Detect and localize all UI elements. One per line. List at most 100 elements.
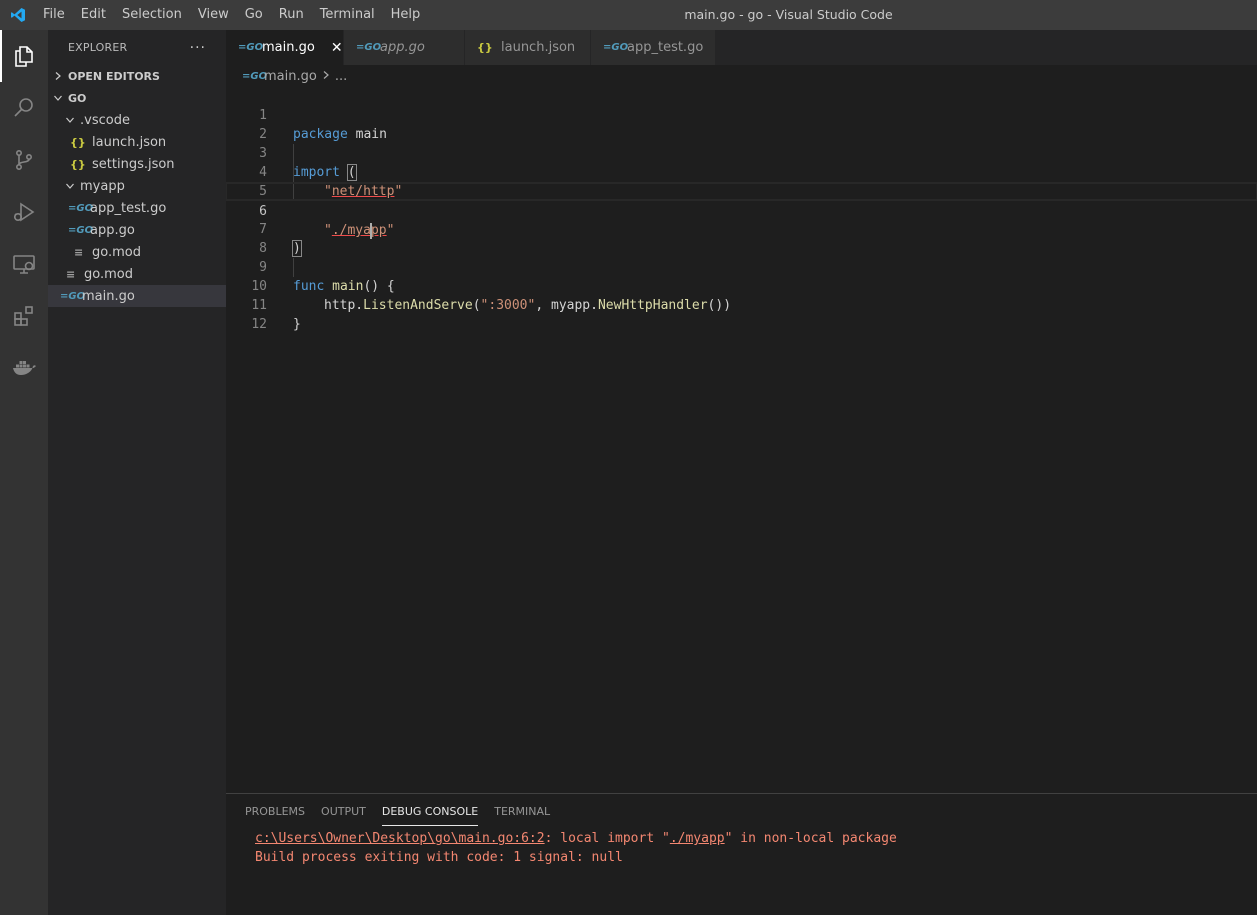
tree-file-app-go[interactable]: =GO app.go <box>48 219 226 241</box>
menu-bar: File Edit Selection View Go Run Terminal… <box>35 0 428 30</box>
current-code-line: 6 "./myapp" <box>226 182 1257 239</box>
bottom-panel: PROBLEMS OUTPUT DEBUG CONSOLE TERMINAL c… <box>226 793 1257 915</box>
tree-item-label: go.mod <box>92 244 141 260</box>
explorer-icon[interactable] <box>0 30 48 82</box>
tree-folder-vscode[interactable]: .vscode <box>48 109 226 131</box>
line-number: 12 <box>251 317 267 332</box>
chevron-right-icon <box>48 71 68 81</box>
open-editors-section[interactable]: OPEN EDITORS <box>48 65 226 87</box>
more-actions-icon[interactable]: ··· <box>190 40 206 56</box>
tree-file-root-go-mod[interactable]: ≡ go.mod <box>48 263 226 285</box>
tab-main-go[interactable]: =GO main.go ✕ <box>226 30 344 65</box>
folder-section-go[interactable]: GO <box>48 87 226 109</box>
mod-file-icon: ≡ <box>66 267 76 281</box>
tree-file-myapp-go-mod[interactable]: ≡ go.mod <box>48 241 226 263</box>
chevron-down-icon <box>62 181 78 191</box>
code-line: 1 package main <box>226 87 1257 142</box>
go-file-icon: =GO <box>68 202 94 214</box>
breadcrumb-symbols[interactable]: ... <box>335 69 347 84</box>
menu-run[interactable]: Run <box>271 0 312 30</box>
breadcrumb-file[interactable]: main.go <box>264 69 317 84</box>
menu-edit[interactable]: Edit <box>73 0 114 30</box>
tab-launch-json[interactable]: {} launch.json <box>465 30 591 65</box>
explorer-sidebar: EXPLORER ··· OPEN EDITORS GO .vscode {} … <box>48 30 226 915</box>
sidebar-title: EXPLORER <box>68 41 128 54</box>
breadcrumb: =GO main.go ... <box>226 65 1257 87</box>
console-import-link[interactable]: ./myapp <box>670 831 725 846</box>
console-error-line: c:\Users\Owner\Desktop\go\main.go:6:2: l… <box>226 829 1257 848</box>
menu-file[interactable]: File <box>35 0 73 30</box>
folder-label: GO <box>68 91 87 105</box>
go-file-icon: =GO <box>242 70 268 82</box>
docker-icon[interactable] <box>0 342 48 394</box>
tree-item-label: myapp <box>80 178 125 194</box>
tab-problems[interactable]: PROBLEMS <box>237 794 313 829</box>
go-file-icon: =GO <box>356 42 382 53</box>
tab-app-go[interactable]: =GO app.go <box>344 30 465 65</box>
tree-item-label: app.go <box>90 222 135 238</box>
tab-label: main.go <box>262 40 315 55</box>
editor-tabs: =GO main.go ✕ =GO app.go {} launch.json … <box>226 30 1257 65</box>
tree-file-app-test-go[interactable]: =GO app_test.go <box>48 197 226 219</box>
code-line: 3 import ( <box>226 125 1257 181</box>
menu-help[interactable]: Help <box>383 0 429 30</box>
go-file-icon: =GO <box>603 42 629 53</box>
tree-item-label: launch.json <box>92 134 167 150</box>
chevron-right-icon <box>322 69 330 84</box>
chevron-down-icon <box>48 93 68 103</box>
panel-tabs: PROBLEMS OUTPUT DEBUG CONSOLE TERMINAL <box>226 794 1257 829</box>
code-line: 8 <box>226 220 1257 256</box>
go-file-icon: =GO <box>68 224 94 236</box>
mod-file-icon: ≡ <box>74 245 84 259</box>
sidebar-header: EXPLORER ··· <box>48 30 226 65</box>
console-text: " in non-local package <box>724 831 897 846</box>
tab-debug-console[interactable]: DEBUG CONSOLE <box>374 794 486 829</box>
menu-view[interactable]: View <box>190 0 237 30</box>
code-line: 10 http.ListenAndServe(":3000", myapp.Ne… <box>226 258 1257 313</box>
tree-item-label: settings.json <box>92 156 175 172</box>
tab-output[interactable]: OUTPUT <box>313 794 374 829</box>
menu-selection[interactable]: Selection <box>114 0 190 30</box>
console-text: : local import " <box>544 831 670 846</box>
go-file-icon: =GO <box>238 42 264 53</box>
source-control-icon[interactable] <box>0 134 48 186</box>
code-line: 7 ) <box>226 201 1257 257</box>
tree-file-launch-json[interactable]: {} launch.json <box>48 131 226 153</box>
vscode-logo-icon <box>0 0 35 30</box>
tree-file-main-go[interactable]: =GO main.go <box>48 285 226 307</box>
tree-item-label: app_test.go <box>90 200 167 216</box>
chevron-down-icon <box>62 115 78 125</box>
menu-terminal[interactable]: Terminal <box>312 0 383 30</box>
tab-label: launch.json <box>501 40 576 55</box>
tree-file-settings-json[interactable]: {} settings.json <box>48 153 226 175</box>
tab-app-test-go[interactable]: =GO app_test.go <box>591 30 716 65</box>
json-file-icon: {} <box>70 157 86 171</box>
code-line: 12 <box>226 296 1257 332</box>
extensions-icon[interactable] <box>0 290 48 342</box>
search-icon[interactable] <box>0 82 48 134</box>
console-file-link[interactable]: c:\Users\Owner\Desktop\go\main.go:6:2 <box>255 831 545 846</box>
run-debug-icon[interactable] <box>0 186 48 238</box>
tab-label: app_test.go <box>627 40 704 55</box>
code-line: 5 <box>226 163 1257 199</box>
tree-item-label: main.go <box>82 288 135 304</box>
title-bar: File Edit Selection View Go Run Terminal… <box>0 0 1257 30</box>
code-line: 4 "net/http" <box>226 144 1257 199</box>
code-line: 11 } <box>226 277 1257 332</box>
tree-item-label: go.mod <box>84 266 133 282</box>
remote-explorer-icon[interactable] <box>0 238 48 290</box>
punctuation-token: } <box>293 317 301 332</box>
go-file-icon: =GO <box>60 290 86 302</box>
tree-folder-myapp[interactable]: myapp <box>48 175 226 197</box>
code-editor[interactable]: 1 package main 2 3 import ( 4 "net/http"… <box>226 87 1257 793</box>
tab-terminal[interactable]: TERMINAL <box>486 794 558 829</box>
tab-label: app.go <box>380 40 425 55</box>
close-icon[interactable]: ✕ <box>331 40 343 56</box>
json-file-icon: {} <box>70 135 86 149</box>
open-editors-label: OPEN EDITORS <box>68 69 160 83</box>
activity-bar <box>0 30 48 915</box>
menu-go[interactable]: Go <box>237 0 271 30</box>
tree-item-label: .vscode <box>80 112 130 128</box>
code-line: 9 func main() { <box>226 239 1257 294</box>
console-exit-line: Build process exiting with code: 1 signa… <box>255 850 623 865</box>
